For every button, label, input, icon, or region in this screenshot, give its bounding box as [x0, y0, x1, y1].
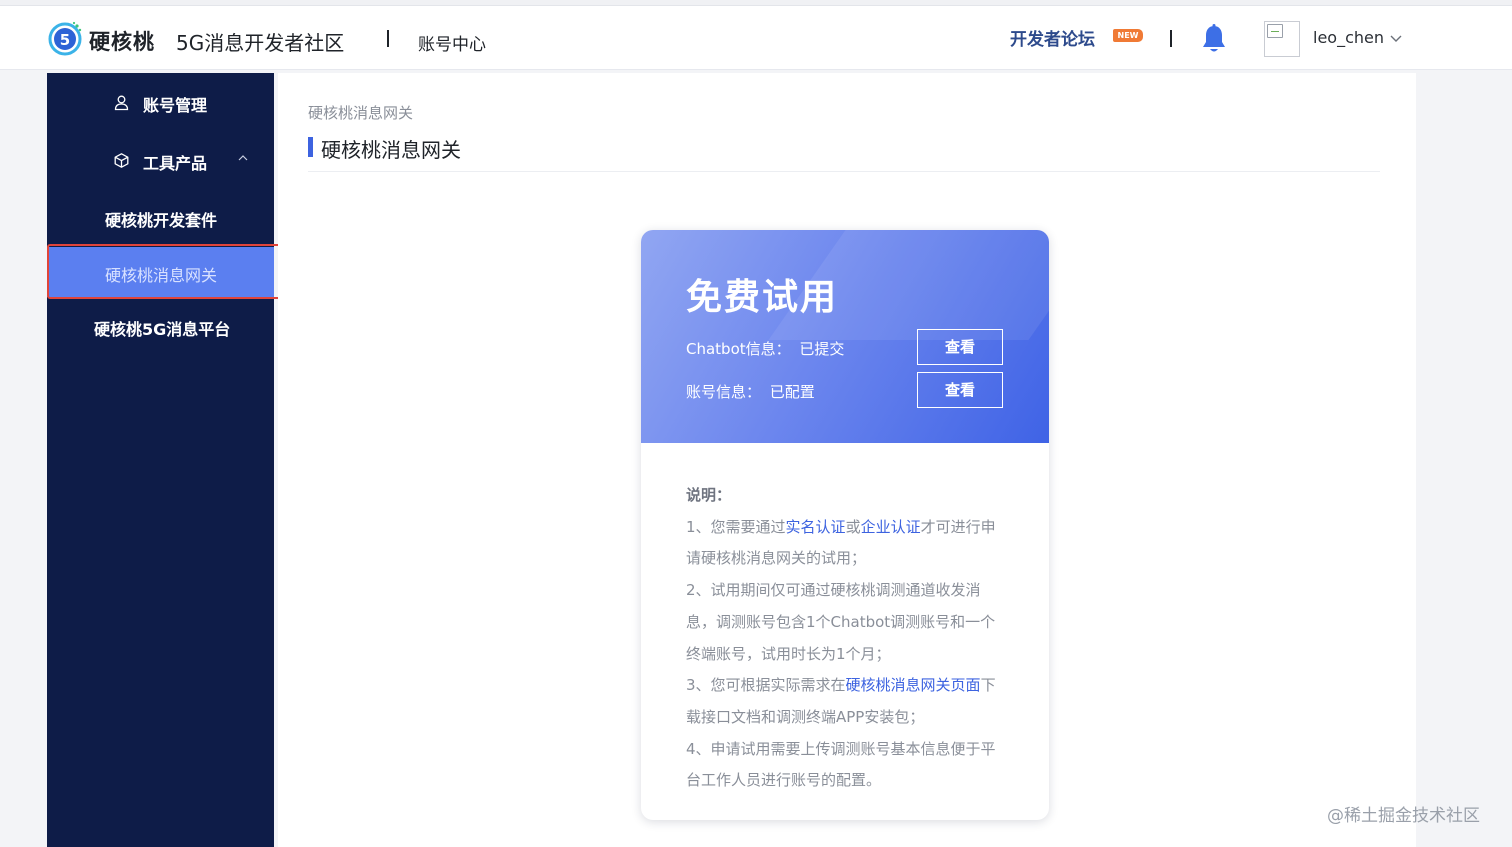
chatbot-info-label: Chatbot信息： [686, 340, 791, 358]
developer-forum-link[interactable]: 开发者论坛 [1010, 25, 1095, 50]
chatbot-info-row: Chatbot信息： 已提交 [686, 338, 844, 359]
account-view-button[interactable]: 查看 [917, 372, 1003, 408]
instructions-title: 说明： [686, 486, 732, 504]
content-panel: 硬核桃消息网关 硬核桃消息网关 免费试用 Chatbot信息： 已提交 查看 账… [278, 73, 1416, 847]
sidebar: 账号管理 工具产品 硬核桃开发套件 硬核桃消息网关 硬核桃5G消息平台 [47, 73, 274, 847]
account-info-label: 账号信息： [686, 383, 762, 401]
svg-text:5: 5 [60, 31, 70, 49]
brand-logo-icon[interactable]: 5 [47, 20, 83, 56]
account-center-label: 账号中心 [418, 35, 486, 55]
note-text: 3、您可根据实际需求在 [686, 676, 846, 695]
title-divider [308, 171, 1380, 172]
card-header: 免费试用 Chatbot信息： 已提交 查看 账号信息： 已配置 查看 [641, 230, 1049, 443]
user-icon [114, 95, 129, 111]
real-name-auth-link[interactable]: 实名认证 [786, 518, 846, 536]
sidebar-item-dev-kit[interactable]: 硬核桃开发套件 [47, 192, 274, 242]
header-divider-right [1170, 30, 1172, 47]
page-title: 硬核桃消息网关 [321, 138, 461, 162]
sidebar-item-label: 硬核桃5G消息平台 [94, 320, 231, 339]
broken-image-icon [1267, 24, 1283, 38]
note-item-2: 2、试用期间仅可通过硬核桃调测通道收发消息，调测账号包含1个Chatbot调测账… [686, 581, 996, 663]
chatbot-view-button[interactable]: 查看 [917, 329, 1003, 365]
sidebar-item-label: 账号管理 [143, 96, 208, 115]
user-avatar[interactable] [1264, 21, 1300, 57]
sidebar-item-account-management[interactable]: 账号管理 [47, 77, 274, 127]
username-label[interactable]: leo_chen [1313, 28, 1384, 47]
instructions: 说明： 1、您需要通过实名认证或企业认证才可进行申请硬核桃消息网关的试用； 2、… [686, 480, 1006, 797]
note-text: 1、您需要通过 [686, 517, 786, 536]
brand-subtitle[interactable]: 5G消息开发者社区 [176, 27, 344, 56]
enterprise-auth-link[interactable]: 企业认证 [861, 518, 921, 536]
sidebar-item-5g-platform[interactable]: 硬核桃5G消息平台 [47, 301, 274, 351]
card-title: 免费试用 [686, 277, 839, 318]
new-badge: NEW [1113, 29, 1143, 42]
account-info-status: 已配置 [769, 383, 815, 401]
header-divider [387, 30, 389, 47]
watermark: @稀土掘金技术社区 [1327, 806, 1480, 826]
chatbot-info-status: 已提交 [799, 340, 845, 358]
note-item-1: 1、您需要通过实名认证或企业认证才可进行申请硬核桃消息网关的试用； [686, 512, 1006, 575]
sidebar-item-label: 硬核桃开发套件 [105, 211, 218, 230]
title-accent-bar [308, 137, 313, 157]
top-header: 5 硬核桃 5G消息开发者社区 账号中心 开发者论坛 NEW leo_chen [0, 6, 1512, 70]
sidebar-item-label: 工具产品 [143, 154, 208, 173]
gateway-page-link[interactable]: 硬核桃消息网关页面 [846, 676, 981, 694]
brand-name[interactable]: 硬核桃 [89, 26, 155, 56]
highlight-annotation [47, 244, 298, 299]
free-trial-card: 免费试用 Chatbot信息： 已提交 查看 账号信息： 已配置 查看 说明： … [641, 230, 1049, 820]
chevron-down-icon[interactable] [1389, 31, 1403, 45]
cube-icon [114, 153, 129, 168]
note-text: 或 [845, 517, 861, 536]
note-item-4: 4、申请试用需要上传调测账号基本信息便于平台工作人员进行账号的配置。 [686, 739, 996, 790]
sidebar-item-tool-products[interactable]: 工具产品 [47, 135, 274, 185]
account-info-row: 账号信息： 已配置 [686, 381, 815, 402]
notification-bell-icon[interactable] [1200, 23, 1228, 55]
chevron-up-icon[interactable] [237, 152, 249, 164]
breadcrumb[interactable]: 硬核桃消息网关 [308, 102, 413, 123]
note-item-3: 3、您可根据实际需求在硬核桃消息网关页面下载接口文档和调测终端APP安装包； [686, 670, 1006, 733]
